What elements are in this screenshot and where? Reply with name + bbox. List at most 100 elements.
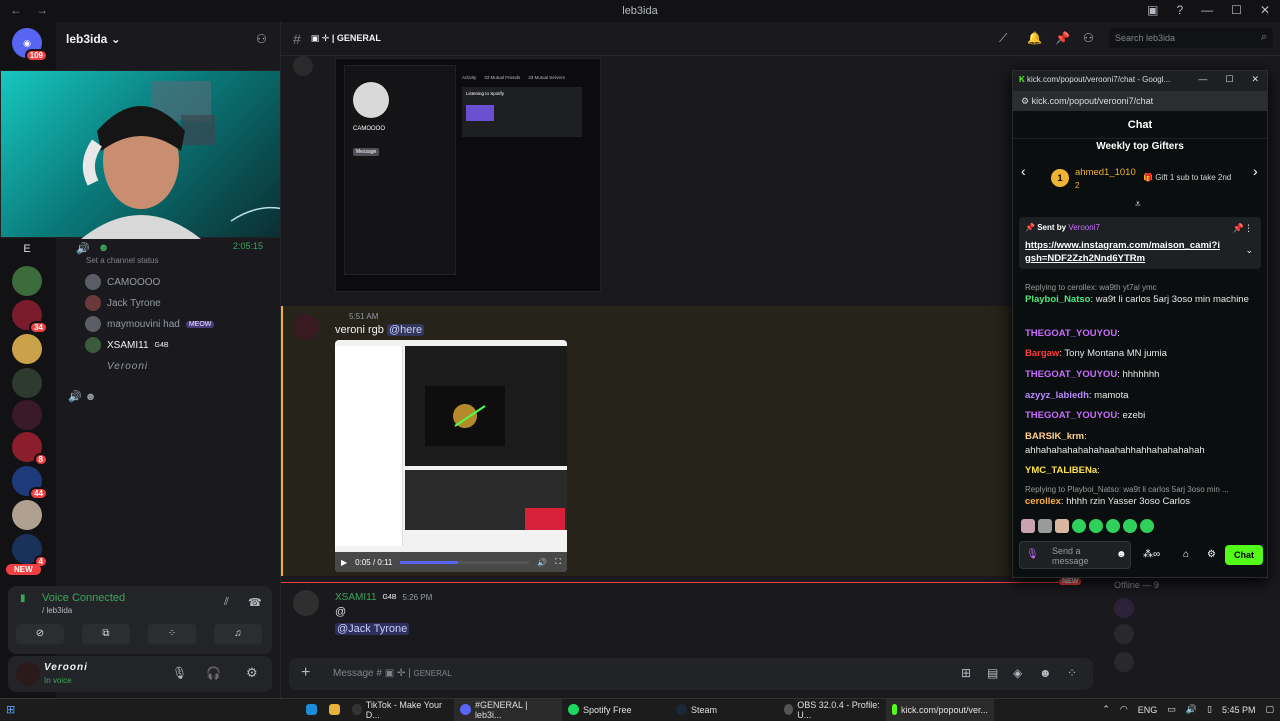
voice-channel-2[interactable]: 🔊 ☻ bbox=[68, 390, 96, 403]
settings-gear-icon[interactable]: ⚙ bbox=[246, 665, 258, 681]
sticker-icon[interactable]: ◈ bbox=[1013, 666, 1022, 680]
server-icon[interactable] bbox=[12, 500, 42, 530]
new-servers-pill[interactable]: NEW bbox=[6, 564, 41, 575]
bell-icon[interactable]: 🔔 bbox=[1027, 31, 1042, 45]
pin-icon[interactable]: 📌⋮ bbox=[1233, 223, 1253, 234]
avatar[interactable] bbox=[16, 662, 40, 686]
avatar[interactable] bbox=[293, 56, 313, 76]
taskbar-item[interactable]: #GENERAL | leb3i... bbox=[454, 698, 562, 721]
voice-user[interactable]: Verooni bbox=[85, 358, 148, 374]
emoji-icon[interactable]: ☻ bbox=[1039, 666, 1052, 680]
message-author[interactable]: XSAMI11 bbox=[335, 592, 377, 603]
fullscreen-icon[interactable]: ⛶ bbox=[555, 557, 561, 567]
mention-user[interactable]: @Jack Tyrone bbox=[335, 623, 410, 635]
noise-suppression-icon[interactable]: ⫽ bbox=[224, 596, 229, 609]
chat-send-button[interactable]: Chat bbox=[1225, 545, 1263, 565]
emote[interactable] bbox=[1021, 519, 1035, 533]
voice-user[interactable]: CAMOOOO bbox=[85, 274, 160, 290]
close-button[interactable]: ✕ bbox=[1260, 3, 1270, 17]
taskbar-item[interactable]: OBS 32.0.4 - Profile: U... bbox=[778, 699, 886, 721]
notifications-icon[interactable]: ▢ bbox=[1265, 704, 1274, 715]
server-icon[interactable] bbox=[12, 400, 42, 430]
chevron-down-icon[interactable]: ⌄ bbox=[1245, 245, 1253, 256]
chat-user[interactable]: Playboi_Natso bbox=[1025, 294, 1090, 305]
apps-icon[interactable]: ⁘ bbox=[1067, 666, 1077, 680]
avatar[interactable] bbox=[293, 314, 319, 340]
chat-user[interactable]: YMC_TALIBENa bbox=[1025, 465, 1097, 476]
taskbar-item[interactable]: TikTok - Make Your D... bbox=[346, 699, 454, 721]
store-icon[interactable]: ⌂ bbox=[1183, 549, 1189, 560]
message-author[interactable]: veroni rgb bbox=[335, 324, 384, 336]
channel-status-placeholder[interactable]: Set a channel status bbox=[86, 256, 159, 265]
settings-gear-icon[interactable]: ⚙ bbox=[1207, 549, 1216, 560]
maximize-button[interactable]: ☐ bbox=[1225, 74, 1233, 85]
emote[interactable] bbox=[1089, 519, 1103, 533]
soundboard-button[interactable]: ♫ bbox=[214, 624, 262, 644]
threads-icon[interactable]: ⟋ bbox=[999, 31, 1007, 46]
avatar[interactable] bbox=[1114, 624, 1134, 644]
language-indicator[interactable]: ENG bbox=[1138, 705, 1158, 715]
emote[interactable] bbox=[1123, 519, 1137, 533]
volume-icon[interactable]: 🔊 bbox=[1186, 704, 1197, 715]
forward-arrow-icon[interactable]: → bbox=[36, 3, 48, 17]
taskbar-item[interactable]: Steam bbox=[670, 699, 778, 721]
pin-icon[interactable]: 📌 bbox=[1055, 31, 1070, 45]
back-arrow-icon[interactable]: ← bbox=[10, 3, 22, 17]
tray-chevron-icon[interactable]: ⌃ bbox=[1102, 704, 1110, 715]
chat-user[interactable]: THEGOAT_YOUYOU bbox=[1025, 369, 1117, 380]
network-icon[interactable]: ▭ bbox=[1167, 704, 1176, 715]
search-input[interactable]: Search leb3ida ⌕ bbox=[1109, 28, 1273, 48]
home-server-icon[interactable]: ◉ 109 bbox=[12, 28, 48, 62]
server-icon[interactable] bbox=[12, 368, 42, 398]
collapse-icon[interactable]: ⩡ bbox=[1135, 199, 1141, 210]
voice-user[interactable]: maymouvini had MEOW bbox=[85, 316, 215, 332]
battery-icon[interactable]: ▯ bbox=[1207, 704, 1212, 715]
emote[interactable] bbox=[1072, 519, 1086, 533]
server-icon[interactable] bbox=[12, 266, 42, 296]
voice-connected-sub[interactable]: / leb3ida bbox=[42, 606, 72, 615]
chat-user[interactable]: cerollex bbox=[1025, 496, 1061, 507]
server-icon[interactable]: 44 bbox=[12, 466, 48, 500]
chat-user[interactable]: THEGOAT_YOUYOU bbox=[1025, 328, 1117, 339]
add-friend-icon[interactable]: ⚇ bbox=[256, 32, 267, 46]
prev-arrow-icon[interactable]: ‹ bbox=[1021, 163, 1026, 179]
top-gifter-name[interactable]: ahmed1_1010 bbox=[1075, 167, 1136, 178]
emote[interactable] bbox=[1055, 519, 1069, 533]
volume-icon[interactable]: 🔊 bbox=[537, 558, 547, 567]
emote[interactable] bbox=[1140, 519, 1154, 533]
headphones-icon[interactable]: 🎧 bbox=[206, 666, 221, 680]
avatar[interactable] bbox=[1114, 598, 1134, 618]
screen-share-button[interactable]: ⧉ bbox=[82, 624, 130, 644]
video-attachment[interactable]: ▶ 0:05 / 0:11 🔊 ⛶ bbox=[335, 340, 567, 572]
close-button[interactable]: ✕ bbox=[1251, 74, 1259, 85]
taskbar-item[interactable]: Spotify Free bbox=[562, 699, 670, 721]
chat-user[interactable]: azyyz_labiedh bbox=[1025, 390, 1089, 401]
explorer-icon[interactable] bbox=[323, 699, 346, 721]
server-icon[interactable] bbox=[12, 334, 42, 364]
add-attachment-icon[interactable]: + bbox=[301, 664, 310, 682]
server-icon[interactable]: 8 bbox=[12, 432, 48, 466]
camera-off-button[interactable]: ⊘ bbox=[16, 624, 64, 644]
gift-icon[interactable]: ⊞ bbox=[961, 666, 971, 680]
help-icon[interactable]: ? bbox=[1176, 3, 1183, 17]
server-icon[interactable]: 34 bbox=[12, 300, 48, 334]
pinned-user[interactable]: Verooni7 bbox=[1068, 223, 1100, 232]
play-icon[interactable]: ▶ bbox=[341, 558, 347, 567]
voice-user[interactable]: XSAMI11 G4B bbox=[85, 337, 169, 353]
chat-input[interactable]: 🎙 Send a message ☻ bbox=[1019, 541, 1131, 569]
start-button[interactable]: ⊞ bbox=[0, 699, 300, 721]
disconnect-icon[interactable]: ☎ bbox=[248, 596, 262, 609]
edge-icon[interactable] bbox=[300, 699, 323, 721]
members-icon[interactable]: ⚇ bbox=[1083, 31, 1094, 45]
taskbar-item[interactable]: kick.com/popout/ver... bbox=[886, 698, 994, 721]
gif-icon[interactable]: ▤ bbox=[987, 666, 998, 680]
mention-here[interactable]: @here bbox=[386, 324, 425, 336]
emote[interactable] bbox=[1106, 519, 1120, 533]
microphone-icon[interactable]: 🎙 bbox=[172, 666, 187, 680]
avatar[interactable] bbox=[1114, 652, 1134, 672]
emote[interactable] bbox=[1038, 519, 1052, 533]
pinned-link[interactable]: https://www.instagram.com/maison_cami?ig… bbox=[1025, 239, 1225, 265]
gift-cta[interactable]: 🎁 Gift 1 sub to take 2nd bbox=[1143, 173, 1231, 182]
activities-button[interactable]: ⁘ bbox=[148, 624, 196, 644]
image-attachment[interactable]: CAMOOOO Message Activity 33 Mutual Friend… bbox=[335, 58, 601, 292]
